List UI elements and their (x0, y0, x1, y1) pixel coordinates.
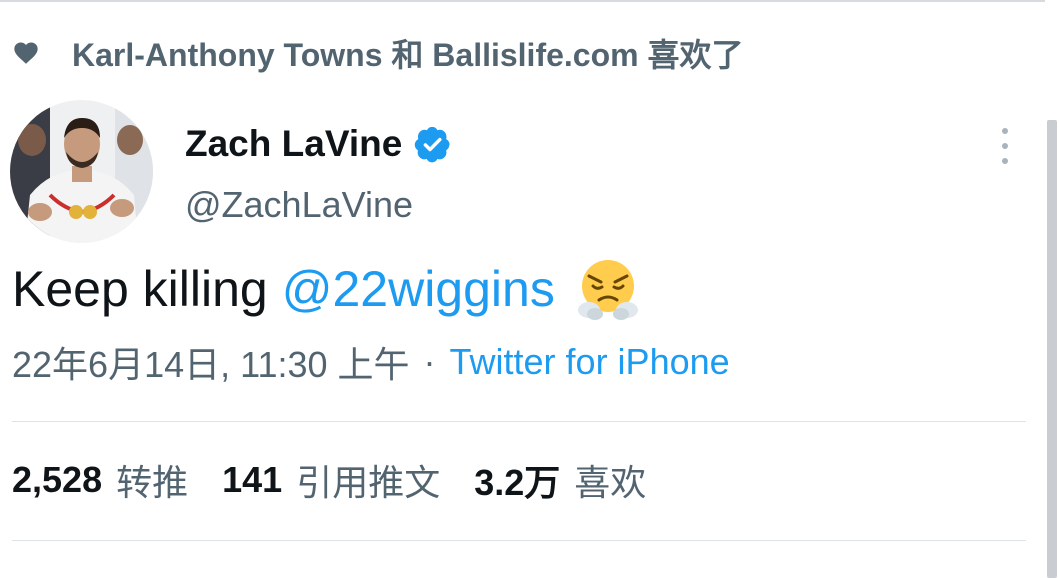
more-dot (1002, 158, 1008, 164)
window-top-border (0, 0, 1059, 2)
face-with-steam-from-nose-icon (577, 260, 638, 320)
timestamp[interactable]: 22年6月14日, 11:30 上午 (12, 336, 410, 388)
engagement-stats: 2,528 转推 141 引用推文 3.2万 喜欢 (12, 452, 680, 508)
author-display-name[interactable]: Zach LaVine (185, 123, 402, 165)
tweet-text: Keep killing @22wiggins (12, 256, 641, 322)
more-options-icon[interactable] (990, 124, 1020, 168)
quotes-stat[interactable]: 141 引用推文 (222, 454, 440, 506)
retweets-stat[interactable]: 2,528 转推 (12, 454, 188, 506)
retweet-label: 转推 (116, 462, 189, 503)
more-dot (1002, 143, 1008, 149)
author-handle[interactable]: @ZachLaVine (185, 184, 413, 226)
mention-link[interactable]: @22wiggins (282, 260, 555, 318)
verified-badge-icon (415, 126, 450, 163)
source-link[interactable]: Twitter for iPhone (450, 341, 730, 383)
likes-stat[interactable]: 3.2万 喜欢 (474, 454, 646, 506)
more-dot (1002, 128, 1008, 134)
scrollbar-thumb[interactable] (1047, 120, 1057, 578)
quote-count: 141 (222, 459, 283, 500)
like-label: 喜欢 (574, 462, 647, 503)
quote-label: 引用推文 (296, 462, 441, 503)
retweet-count: 2,528 (12, 459, 103, 500)
meta-separator: · (423, 341, 436, 382)
author-name-row: Zach LaVine (185, 120, 452, 168)
social-context: Karl-Anthony Towns 和 Ballislife.com 喜欢了 (12, 30, 743, 76)
tweet-meta: 22年6月14日, 11:30 上午 · Twitter for iPhone (12, 336, 730, 388)
heart-icon (14, 42, 38, 64)
like-count: 3.2万 (474, 462, 561, 503)
tweet-body: Keep killing (12, 261, 268, 317)
divider (12, 421, 1026, 422)
avatar[interactable] (10, 100, 153, 243)
avatar-image (10, 100, 153, 243)
divider (12, 540, 1026, 541)
social-context-text[interactable]: Karl-Anthony Towns 和 Ballislife.com 喜欢了 (72, 30, 743, 76)
